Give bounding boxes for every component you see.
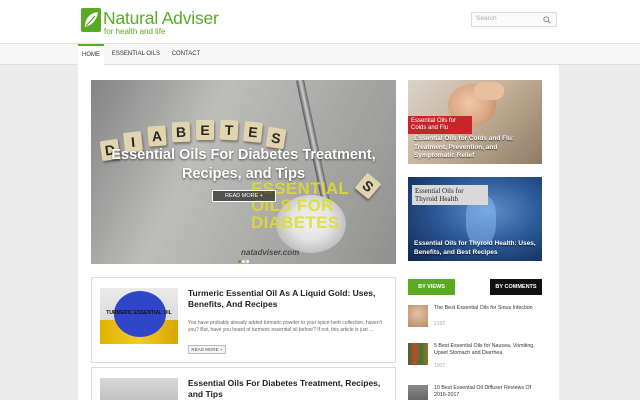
popular-thumbnail (408, 385, 428, 400)
post-read-more-button[interactable]: READ MORE + (188, 345, 226, 354)
thumbnail-text: TURMERIC ESSENTIAL OIL (106, 310, 172, 316)
search-input[interactable]: Search (471, 12, 557, 27)
search-icon[interactable] (543, 16, 551, 24)
post-excerpt: You have probably already added turmeric… (188, 320, 382, 333)
hero-image-site: natadviser.com (241, 248, 300, 257)
post-thumbnail[interactable]: TURMERIC ESSENTIAL OIL (100, 288, 178, 344)
slider-dot[interactable] (238, 260, 241, 263)
card-caption[interactable]: Essential Oils for Thyroid Health: Uses,… (414, 240, 540, 257)
site-tagline: for health and life (104, 27, 166, 36)
featured-card-thyroid[interactable]: Essential Oils for Thyroid Health Essent… (408, 177, 542, 261)
site-title: Natural Adviser (103, 8, 219, 28)
hero-read-more-button[interactable]: READ MORE + (212, 190, 276, 202)
post-card: TURMERIC ESSENTIAL OIL Turmeric Essentia… (91, 277, 396, 363)
popular-item[interactable]: The Best Essential Oils for Sinus Infect… (408, 305, 542, 333)
card-label: Essential Oils for Thyroid Health (412, 185, 488, 205)
nav-essential-oils[interactable]: ESSENTIAL OILS (110, 44, 162, 65)
leaf-logo-icon (81, 8, 101, 32)
hero-slider[interactable]: D I A B E T E S S ESSENTIAL OILS FOR DIA… (91, 80, 396, 264)
view-count: 1007 (434, 363, 446, 369)
popular-item[interactable]: 10 Best Essential Oil Diffuser Reviews O… (408, 385, 542, 400)
slider-dot[interactable] (246, 260, 249, 263)
nav-home[interactable]: HOME (78, 44, 104, 65)
popular-thumbnail (408, 343, 428, 365)
tab-by-views[interactable]: BY VIEWS (408, 279, 455, 295)
nav-contact[interactable]: CONTACT (168, 44, 204, 65)
card-label: Essential Oils for Colds and Flu (408, 116, 472, 134)
hero-title[interactable]: Essential Oils For Diabetes Treatment, R… (101, 146, 386, 184)
post-card: Essential Oils For Diabetes Treatment, R… (91, 367, 396, 400)
popular-title[interactable]: 10 Best Essential Oil Diffuser Reviews O… (434, 385, 540, 398)
site-header: Natural Adviser for health and life Sear… (0, 0, 640, 43)
post-thumbnail[interactable] (100, 378, 178, 400)
hero-image-text: ESSENTIAL OILS FOR DIABETES (251, 179, 349, 232)
popular-thumbnail (408, 305, 428, 327)
main-nav: HOME ESSENTIAL OILS CONTACT (0, 43, 640, 65)
slider-dot[interactable] (242, 260, 245, 263)
hand-image (474, 82, 504, 100)
popular-title[interactable]: The Best Essential Oils for Sinus Infect… (434, 305, 540, 312)
popular-item[interactable]: 5 Best Essential Oils for Nausea, Vomiti… (408, 343, 542, 371)
popular-title[interactable]: 5 Best Essential Oils for Nausea, Vomiti… (434, 343, 540, 356)
post-title[interactable]: Essential Oils For Diabetes Treatment, R… (188, 378, 388, 400)
tab-by-comments[interactable]: BY COMMENTS (490, 279, 542, 295)
featured-card-colds[interactable]: Essential Oils for Colds and Flu Essenti… (408, 80, 542, 164)
popular-tabs: BY VIEWS BY COMMENTS (408, 279, 542, 295)
search-placeholder: Search (476, 15, 497, 22)
site-logo[interactable]: Natural Adviser for health and life (81, 7, 241, 41)
view-count: 2192 (434, 321, 446, 327)
post-title[interactable]: Turmeric Essential Oil As A Liquid Gold:… (188, 288, 388, 310)
card-caption[interactable]: Essential Oils for Colds and Flu: Treatm… (414, 135, 540, 161)
